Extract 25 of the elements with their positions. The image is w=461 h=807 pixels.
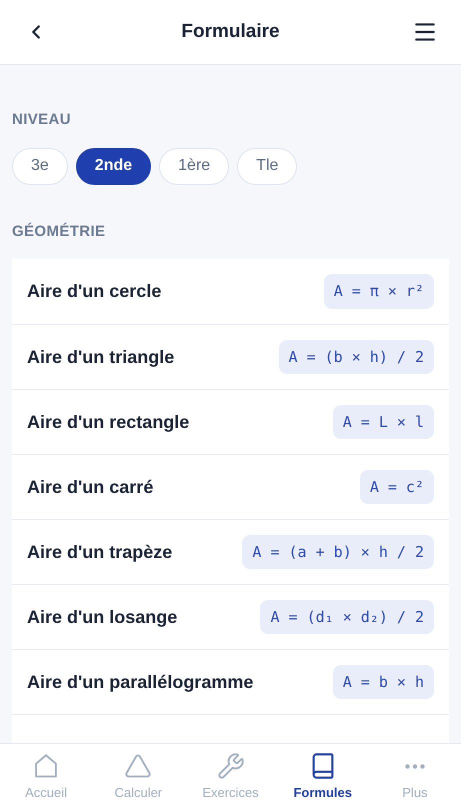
formula-name: Aire d'un cercle [27, 280, 162, 303]
formula-expression: A = b × h [332, 664, 434, 700]
section-label: GÉOMÉTRIE [12, 222, 106, 242]
formula-expression: A = (d₁ × d₂) / 2 [260, 600, 434, 634]
triangle-icon [124, 752, 152, 780]
page-title: Formulaire [181, 20, 280, 44]
formula-name: Aire d'un carré [27, 476, 154, 498]
level-chip[interactable]: 2nde [76, 148, 152, 184]
formula-expression: A = L × l [332, 404, 434, 440]
formula-name: Aire d'un triangle [27, 346, 174, 369]
formula-expression: A = (a + b) × h / 2 [242, 534, 434, 570]
nav-tab[interactable]: Formules [276, 744, 369, 807]
formula-name: Aire d'un rectangle [27, 410, 190, 434]
formula-expression: A = π × r² [324, 274, 434, 309]
level-chip[interactable]: 3e [12, 148, 68, 184]
formula-expression: A = c² [360, 470, 434, 504]
formula-expression: A = (b × h) / 2 [278, 340, 434, 374]
formula-name: Aire d'un parallélogramme [27, 670, 254, 694]
formula-name: Aire d'un trapèze [27, 540, 172, 564]
level-chip[interactable]: Tle [237, 148, 298, 184]
section-label: NIVEAU [12, 110, 72, 130]
formula-name: Aire d'un losange [27, 606, 178, 629]
level-chip[interactable]: 1ère [159, 148, 230, 184]
more-icon [404, 764, 425, 769]
wrench-icon [216, 752, 244, 780]
